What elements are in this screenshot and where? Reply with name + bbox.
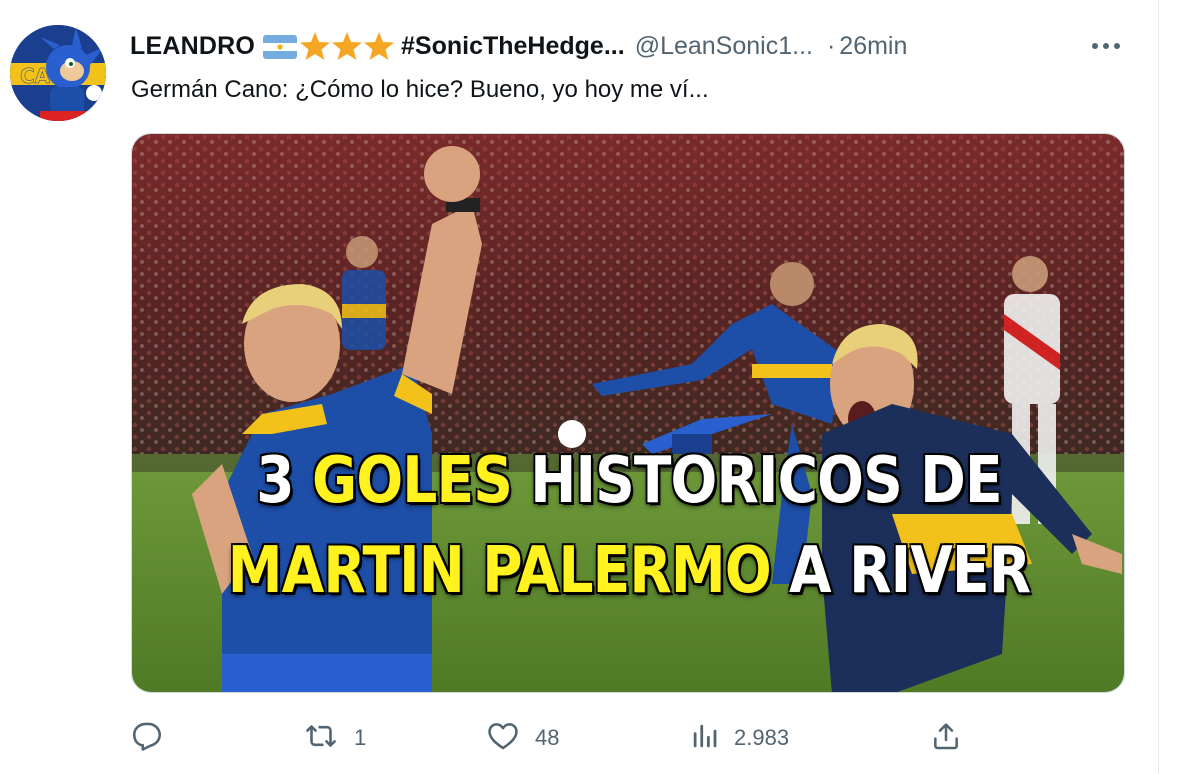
star-icon	[331, 30, 363, 62]
like-button[interactable]: 48	[485, 718, 559, 758]
timeline-border	[1158, 0, 1159, 774]
avatar-badge-text: CA	[20, 64, 51, 88]
retweet-button[interactable]: 1	[302, 718, 366, 758]
share-button[interactable]	[930, 718, 976, 758]
retweet-count: 1	[354, 725, 367, 750]
reply-button[interactable]	[130, 718, 178, 758]
tweet-timestamp[interactable]: 26min	[839, 32, 907, 61]
heart-icon	[485, 719, 521, 758]
media-photo	[132, 134, 1124, 692]
share-icon	[930, 720, 962, 757]
views-button[interactable]: 2.983	[690, 718, 789, 758]
views-icon	[690, 721, 720, 756]
star-icon	[363, 30, 395, 62]
tweet[interactable]: CA LEANDRO #SonicTheHedge... @LeanSonic1…	[0, 0, 1160, 774]
headline-player-name: MARTIN PALERMO	[227, 534, 772, 608]
more-options-button[interactable]	[1086, 34, 1126, 58]
headline-historicos: HISTORICOS DE	[530, 444, 1002, 518]
avatar[interactable]: CA	[10, 25, 106, 121]
tweet-actions: 1 48 2.983	[130, 718, 1120, 758]
author-handle[interactable]: @LeanSonic1...	[635, 32, 813, 61]
author-name[interactable]: LEANDRO	[130, 32, 255, 61]
argentina-flag-icon	[263, 35, 298, 59]
media-headline-line1: 3 GOLES HISTORICOS DE	[202, 444, 1057, 518]
more-icon	[1092, 43, 1120, 49]
star-icon	[299, 30, 331, 62]
headline-opponent: A RIVER	[789, 534, 1031, 608]
stars-emoji	[299, 30, 395, 62]
author-name-suffix[interactable]: #SonicTheHedge...	[401, 32, 625, 61]
views-count: 2.983	[734, 725, 790, 750]
tweet-text: Germán Cano: ¿Cómo lo hice? Bueno, yo ho…	[131, 76, 709, 103]
reply-icon	[130, 719, 164, 758]
headline-goles: GOLES	[311, 444, 513, 518]
headline-number: 3	[256, 444, 294, 518]
retweet-icon	[302, 719, 340, 758]
media-headline-line2: MARTIN PALERMO A RIVER	[202, 534, 1057, 608]
like-count: 48	[535, 725, 560, 750]
tweet-media-image[interactable]: 3 GOLES HISTORICOS DE MARTIN PALERMO A R…	[131, 133, 1125, 693]
tweet-header: LEANDRO #SonicTheHedge... @LeanSonic1...…	[130, 28, 907, 64]
separator-dot: ·	[826, 31, 836, 60]
